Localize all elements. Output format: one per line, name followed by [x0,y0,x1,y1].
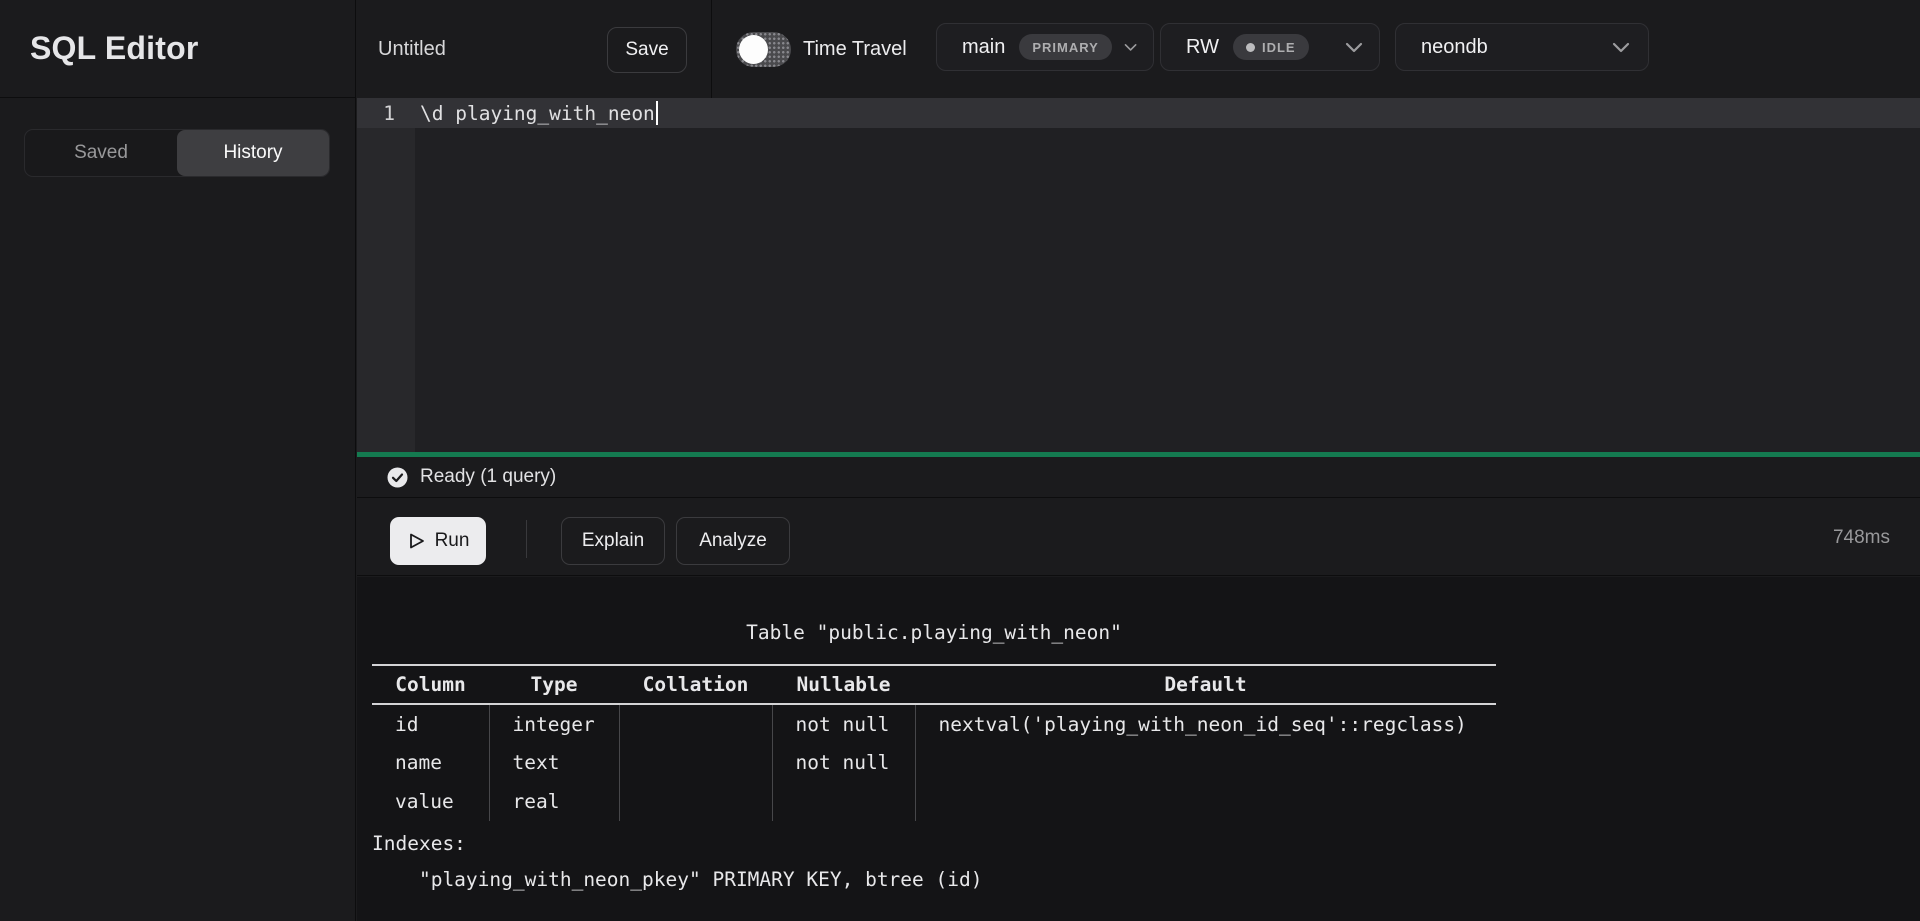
idle-status-text: IDLE [1262,40,1296,55]
cell: id [372,704,489,743]
compute-name: RW [1186,36,1219,59]
cell: name [372,743,489,782]
cell: not null [772,704,915,743]
query-title[interactable]: Untitled [378,0,446,98]
query-toolbar: Run Explain Analyze 748ms [357,499,1920,576]
toolbar-divider [526,520,527,558]
column-header: Nullable [772,665,915,704]
query-duration: 748ms [1833,499,1890,576]
sidebar: SQL Editor Saved History [0,0,356,921]
cell [619,704,772,743]
play-icon [407,531,426,551]
run-button-label: Run [435,530,470,552]
sql-editor-area[interactable]: 1 \d playing_with_neon [357,98,1920,452]
analyze-button[interactable]: Analyze [676,517,790,565]
tab-saved[interactable]: Saved [25,130,177,176]
toggle-knob [739,35,768,64]
chevron-down-icon [1345,40,1363,54]
branch-name: main [962,36,1005,59]
cell: integer [489,704,619,743]
column-header: Default [915,665,1496,704]
tab-history[interactable]: History [177,130,329,176]
cell [619,782,772,821]
index-definition: "playing_with_neon_pkey" PRIMARY KEY, bt… [372,868,982,891]
header-divider [711,0,712,98]
run-button[interactable]: Run [390,517,486,565]
status-text: Ready (1 query) [420,466,556,488]
cell [915,743,1496,782]
page-title: SQL Editor [30,30,199,67]
cell [619,743,772,782]
compute-selector[interactable]: RW IDLE [1160,23,1380,71]
result-header-row: Column Type Collation Nullable Default [372,665,1496,704]
cell: text [489,743,619,782]
code-text: \d playing_with_neon [420,102,655,125]
code-line[interactable]: \d playing_with_neon [420,98,658,128]
result-table: Column Type Collation Nullable Default i… [372,664,1496,821]
database-name: neondb [1421,36,1488,59]
idle-status-badge: IDLE [1233,34,1309,60]
indexes-label: Indexes: [372,832,466,855]
save-button[interactable]: Save [607,27,687,73]
database-selector[interactable]: neondb [1395,23,1649,71]
results-panel: Table "public.playing_with_neon" Column … [357,577,1920,921]
table-row: value real [372,782,1496,821]
cell: value [372,782,489,821]
result-table-title: Table "public.playing_with_neon" [372,621,1496,644]
column-header: Collation [619,665,772,704]
idle-status-dot [1246,43,1255,52]
editor-gutter [357,98,415,452]
cell: not null [772,743,915,782]
primary-badge: PRIMARY [1019,34,1111,60]
editor-header: Untitled Save Time Travel main PRIMARY R… [357,0,1920,98]
saved-history-segmented-control: Saved History [24,129,330,177]
column-header: Type [489,665,619,704]
column-header: Column [372,665,489,704]
branch-selector[interactable]: main PRIMARY [936,23,1154,71]
time-travel-label: Time Travel [803,0,907,98]
status-bar: Ready (1 query) [357,457,1920,498]
chevron-down-icon [1124,40,1137,54]
explain-button[interactable]: Explain [561,517,665,565]
time-travel-toggle[interactable] [736,32,791,67]
cell: nextval('playing_with_neon_id_seq'::regc… [915,704,1496,743]
sidebar-header: SQL Editor [0,0,355,98]
table-row: name text not null [372,743,1496,782]
check-circle-icon [387,467,408,488]
cell [915,782,1496,821]
text-cursor [656,101,658,125]
table-row: id integer not null nextval('playing_wit… [372,704,1496,743]
chevron-down-icon [1612,40,1630,54]
cell [772,782,915,821]
cell: real [489,782,619,821]
line-number: 1 [357,98,415,128]
